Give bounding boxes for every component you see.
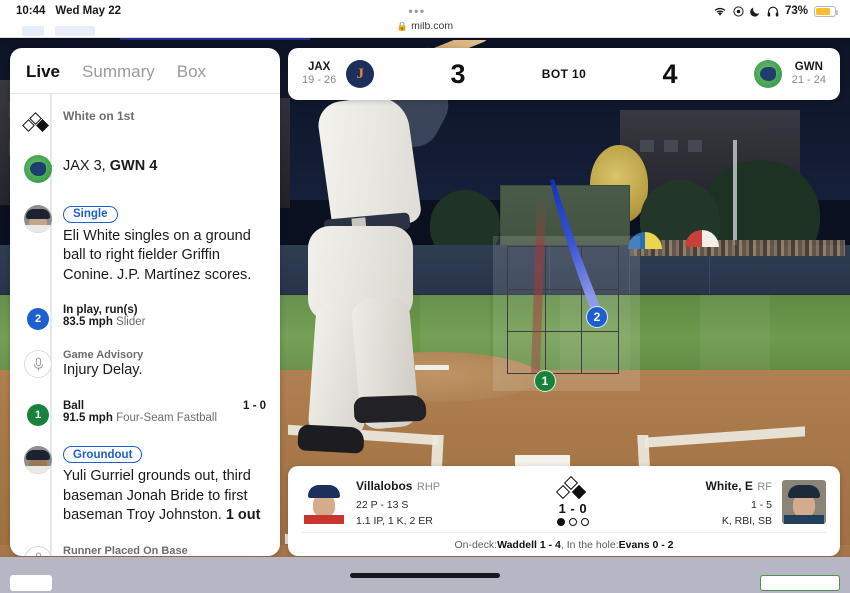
batter-info[interactable]: White, E RF 1 - 5 K, RBI, SB bbox=[706, 474, 772, 530]
bases-diamond-icon bbox=[555, 475, 588, 500]
list-item[interactable]: JAX 3, GWN 4 bbox=[10, 139, 280, 189]
home-indicator[interactable] bbox=[350, 572, 500, 578]
gwn-logo-icon bbox=[24, 155, 52, 183]
scoreboard[interactable]: JAX 19 - 26 3 BOT 10 4 GWN 21 - 24 bbox=[288, 48, 840, 100]
pitcher-line: 1.1 IP, 1 K, 2 ER bbox=[356, 515, 433, 527]
score-away: JAX 3, bbox=[63, 158, 106, 174]
away-team-record: 19 - 26 bbox=[302, 74, 337, 87]
batter-stats: K, RBI, SB bbox=[721, 515, 772, 527]
advisory-text: Injury Delay. bbox=[63, 362, 143, 379]
play-description: Eli White singles on a ground ball to ri… bbox=[63, 227, 252, 283]
pitch-badge: 1 bbox=[27, 403, 49, 426]
pitch-type: Slider bbox=[116, 316, 146, 329]
bases-diamond-icon bbox=[22, 112, 52, 133]
advisory-label: Runner Placed On Base bbox=[63, 544, 188, 556]
batter-position: RF bbox=[757, 481, 772, 494]
player-headshot bbox=[24, 445, 52, 474]
pitch-type: Four-Seam Fastball bbox=[116, 411, 218, 424]
crowd bbox=[630, 240, 845, 256]
pitch-speed: 83.5 mph bbox=[63, 316, 113, 329]
list-item[interactable]: White on 1st bbox=[10, 102, 280, 139]
home-team-abbr: GWN bbox=[794, 60, 823, 73]
batter-headshot bbox=[782, 480, 826, 524]
in-hole-label: , In the hole: bbox=[560, 538, 619, 551]
play-type-chip[interactable]: Groundout bbox=[63, 446, 143, 464]
play-by-play-feed[interactable]: White on 1st JAX 3, GWN 4 Single Eli Whi… bbox=[10, 94, 280, 556]
batter-line: 1 - 5 bbox=[750, 499, 772, 512]
matchup-bar: Villalobos RHP 22 P - 13 S 1.1 IP, 1 K, … bbox=[288, 466, 840, 556]
list-item[interactable]: Single Eli White singles on a ground bal… bbox=[10, 189, 280, 291]
pitcher-info[interactable]: Villalobos RHP 22 P - 13 S 1.1 IP, 1 K, … bbox=[356, 474, 440, 530]
home-team-score: 4 bbox=[662, 58, 678, 89]
pitch-count: 1 - 0 bbox=[242, 399, 266, 412]
pitch-trajectory-icon bbox=[550, 179, 602, 314]
count-and-bases: 1 - 0 bbox=[440, 475, 705, 526]
pitcher-pitch-count: 22 P - 13 S bbox=[356, 499, 409, 512]
on-deck-player: Waddell 1 - 4 bbox=[497, 538, 561, 551]
pitch-badge: 2 bbox=[27, 308, 49, 331]
battery-percent: 73% bbox=[784, 5, 808, 17]
list-item[interactable]: Game Advisory Injury Delay. bbox=[10, 336, 280, 387]
pitcher-headshot bbox=[302, 480, 346, 524]
list-item[interactable]: Groundout Yuli Gurriel grounds out, thir… bbox=[10, 432, 280, 532]
tab-summary[interactable]: Summary bbox=[82, 62, 155, 82]
pitch-result: In play, run(s) bbox=[63, 304, 138, 317]
tab-box[interactable]: Box bbox=[177, 62, 206, 82]
ball-strike-count: 1 - 0 bbox=[558, 501, 588, 516]
pitch-marker-1[interactable]: 1 bbox=[534, 370, 556, 392]
lock-icon: 🔒 bbox=[396, 20, 409, 31]
away-team[interactable]: JAX 19 - 26 bbox=[302, 60, 375, 88]
pitch-marker-2[interactable]: 2 bbox=[586, 306, 608, 328]
list-item[interactable]: 2 In play, run(s) 83.5 mph Slider bbox=[10, 291, 280, 336]
microphone-icon bbox=[24, 545, 52, 556]
batter-name: White, E bbox=[705, 479, 753, 494]
battery-icon bbox=[814, 5, 838, 17]
ipad-system-bar bbox=[0, 557, 850, 593]
on-deck-label: On-deck: bbox=[454, 538, 498, 551]
batter-figure bbox=[297, 40, 490, 508]
pitcher-position: RHP bbox=[416, 481, 441, 494]
away-team-abbr: JAX bbox=[307, 60, 331, 73]
ios-status-bar: 10:44 Wed May 22 ••• 73% bbox=[0, 0, 850, 22]
play-outs: 1 out bbox=[225, 507, 261, 524]
list-item[interactable]: 1 Ball 1 - 0 91.5 mph Four-Seam Fastball bbox=[10, 387, 280, 432]
system-right-chip[interactable] bbox=[760, 575, 840, 591]
in-hole-player: Evans 0 - 2 bbox=[618, 538, 674, 551]
panel-tabs: Live Summary Box bbox=[10, 48, 280, 94]
jax-logo-icon bbox=[346, 60, 375, 88]
away-team-score: 3 bbox=[450, 58, 466, 89]
wifi-icon bbox=[713, 6, 727, 17]
tab-live[interactable]: Live bbox=[26, 62, 60, 82]
play-description: Yuli Gurriel grounds out, third baseman … bbox=[63, 468, 251, 524]
do-not-disturb-moon-icon bbox=[750, 6, 761, 17]
score-home: GWN 4 bbox=[109, 158, 158, 174]
system-left-chip[interactable] bbox=[10, 575, 52, 591]
ipad-screen: MiLB bbox=[0, 0, 850, 593]
live-feed-panel: Live Summary Box White on 1st JAX 3, GWN… bbox=[10, 48, 280, 556]
advisory-label: Game Advisory bbox=[63, 349, 144, 362]
screen-record-icon bbox=[733, 5, 744, 17]
microphone-icon bbox=[24, 350, 52, 379]
status-date: Wed May 22 bbox=[55, 5, 122, 17]
base-state-text: White on 1st bbox=[63, 109, 135, 123]
browser-menu-dots-icon[interactable]: ••• bbox=[408, 5, 425, 17]
on-deck-bar: On-deck: Waddell 1 - 4, In the hole: Eva… bbox=[302, 532, 826, 556]
headphones-icon bbox=[767, 6, 779, 17]
list-item[interactable]: Runner Placed On Base J.P. Martínez star… bbox=[10, 532, 280, 556]
pitch-speed: 91.5 mph bbox=[63, 411, 113, 424]
status-time: 10:44 bbox=[16, 5, 46, 17]
outs-indicator bbox=[556, 518, 589, 526]
pitcher-name: Villalobos bbox=[356, 479, 413, 494]
play-type-chip[interactable]: Single bbox=[63, 205, 118, 223]
inning-indicator: BOT 10 bbox=[541, 67, 587, 81]
pitch-result: Ball bbox=[63, 399, 85, 412]
home-team-record: 21 - 24 bbox=[791, 74, 826, 87]
home-team[interactable]: GWN 21 - 24 bbox=[753, 60, 826, 88]
player-headshot bbox=[24, 205, 52, 233]
gwn-logo-icon bbox=[753, 60, 782, 88]
